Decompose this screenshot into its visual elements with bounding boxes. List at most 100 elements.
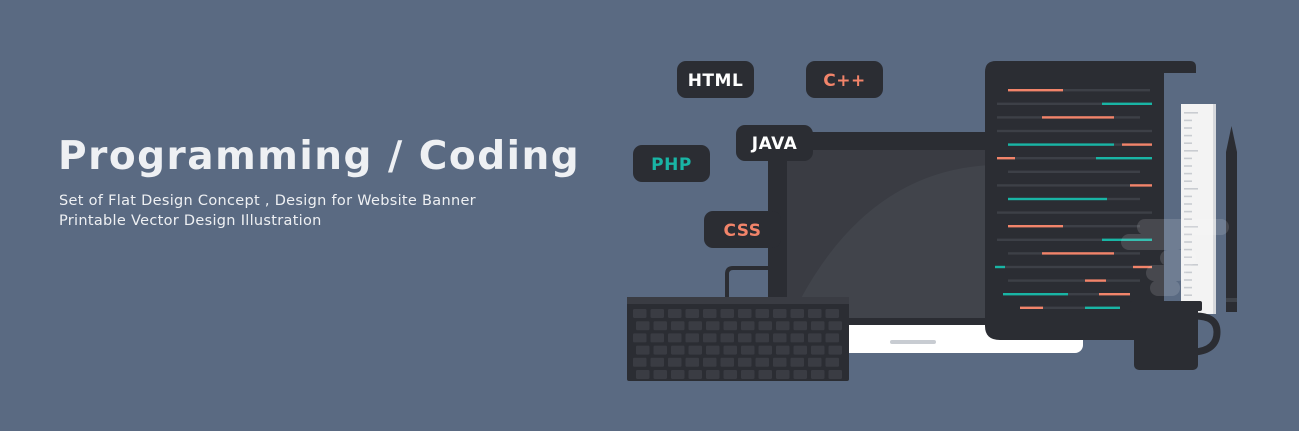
- keyboard-key: [790, 357, 804, 367]
- ruler-tick: [1184, 112, 1198, 114]
- keyboard-key: [825, 357, 839, 367]
- keyboard-key: [633, 357, 647, 367]
- code-line-segment: [1106, 279, 1140, 282]
- ruler-tick: [1184, 188, 1198, 190]
- keyboard-key: [706, 370, 720, 379]
- code-line-segment: [1085, 306, 1120, 309]
- keyboard-key: [668, 357, 682, 367]
- keyboard-key: [776, 345, 790, 355]
- keyboard-cable: [725, 266, 768, 298]
- code-line-segment: [995, 265, 1005, 269]
- ruler-tick: [1184, 203, 1192, 205]
- keyboard-key: [758, 345, 772, 355]
- code-line-segment: [1085, 279, 1106, 282]
- code-line-segment: [1008, 197, 1107, 201]
- code-line-segment: [1008, 170, 1140, 173]
- ruler-tick: [1184, 286, 1192, 289]
- ruler-tick: [1184, 172, 1192, 175]
- keyboard-key: [668, 333, 682, 343]
- tag-cpp-label: C++: [823, 71, 865, 91]
- code-line-segment: [997, 157, 1015, 160]
- ruler-tick: [1184, 134, 1192, 137]
- code-line-segment: [1015, 157, 1096, 160]
- keyboard-key: [723, 345, 737, 355]
- ruler-tick: [1184, 157, 1192, 160]
- code-line-segment: [1042, 116, 1114, 119]
- keyboard-key: [650, 333, 664, 343]
- keyboard-key: [688, 370, 702, 379]
- keyboard-key: [808, 309, 822, 318]
- code-line-segment: [1042, 252, 1114, 255]
- keyboard-key: [671, 321, 685, 331]
- tag-cpp: C++: [806, 61, 883, 98]
- keyboard-key: [811, 345, 825, 355]
- keyboard-key: [636, 370, 650, 379]
- keyboard-key: [790, 309, 804, 318]
- keyboard-key: [685, 333, 699, 343]
- keyboard-key: [720, 357, 734, 367]
- keyboard-key: [808, 333, 822, 343]
- keyboard-key: [720, 333, 734, 343]
- code-line-segment: [997, 102, 1102, 105]
- code-line-segment: [1130, 184, 1152, 187]
- keyboard-key: [758, 321, 772, 331]
- keyboard-key: [741, 370, 755, 379]
- keyboard-key: [741, 345, 755, 355]
- code-line-segment: [1005, 265, 1133, 269]
- keyboard-key: [755, 333, 769, 343]
- keyboard-key: [671, 370, 685, 379]
- code-line-segment: [1008, 225, 1063, 228]
- keyboard-key: [758, 370, 772, 379]
- keyboard-key: [773, 357, 787, 367]
- keyboard-key: [703, 309, 717, 318]
- code-line-segment: [1063, 225, 1140, 228]
- code-line-segment: [1114, 116, 1140, 119]
- tag-php: PHP: [633, 145, 710, 182]
- keyboard-key: [706, 345, 720, 355]
- tag-html-label: HTML: [688, 71, 744, 91]
- ruler-tick: [1184, 195, 1192, 198]
- tag-java: JAVA: [736, 125, 813, 161]
- code-line-segment: [997, 211, 1152, 214]
- keyboard-key: [741, 321, 755, 331]
- keyboard-key: [633, 309, 647, 318]
- code-line-segment: [997, 238, 1102, 241]
- code-line-segment: [997, 116, 1042, 119]
- ruler-tick: [1184, 119, 1192, 122]
- keyboard-key: [688, 321, 702, 331]
- keyboard-key: [668, 309, 682, 318]
- keyboard-key: [653, 321, 667, 331]
- keyboard-key: [793, 370, 807, 379]
- keyboard-key: [703, 333, 717, 343]
- keyboard-key: [723, 321, 737, 331]
- keyboard-key: [738, 309, 752, 318]
- coding-illustration: HTML C++ JAVA PHP CSS: [627, 61, 1237, 381]
- ruler-tick: [1184, 150, 1198, 152]
- keyboard-key: [688, 345, 702, 355]
- tag-html: HTML: [677, 61, 754, 98]
- keyboard-key: [825, 333, 839, 343]
- keyboard-key: [828, 321, 842, 331]
- keyboard-key: [720, 309, 734, 318]
- keyboard-key: [808, 357, 822, 367]
- pencil-icon: [1226, 126, 1237, 312]
- tag-php-label: PHP: [651, 155, 692, 175]
- keyboard-key: [671, 345, 685, 355]
- code-line-segment: [997, 184, 1130, 187]
- keyboard-key: [703, 357, 717, 367]
- keyboard-key: [650, 309, 664, 318]
- keyboard-key: [653, 370, 667, 379]
- code-line-segment: [1122, 143, 1152, 146]
- keyboard-key: [653, 345, 667, 355]
- keyboard-key: [738, 333, 752, 343]
- code-line-segment: [1003, 293, 1068, 296]
- ruler-tick: [1184, 294, 1192, 296]
- ruler-tick: [1184, 241, 1192, 243]
- code-line-segment: [1020, 306, 1043, 309]
- ruler-tick: [1184, 180, 1192, 182]
- keyboard-key: [755, 357, 769, 367]
- code-line-segment: [1008, 279, 1085, 282]
- keyboard-key: [776, 370, 790, 379]
- banner: Programming / Coding Set of Flat Design …: [0, 0, 1299, 431]
- keyboard-key: [633, 333, 647, 343]
